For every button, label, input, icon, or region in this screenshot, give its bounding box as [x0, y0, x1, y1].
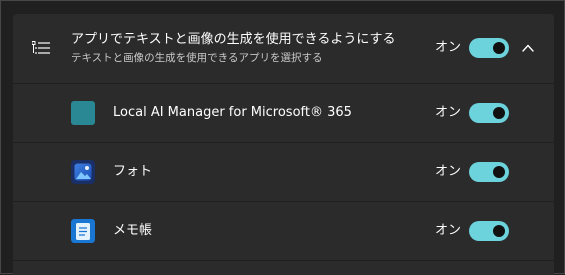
- app-state-label: オン: [435, 105, 462, 120]
- app-toggle-notepad[interactable]: [469, 221, 509, 241]
- chevron-up-icon[interactable]: [520, 40, 536, 56]
- app-name: Local AI Manager for Microsoft® 365: [113, 105, 352, 120]
- toggle-knob: [493, 42, 505, 54]
- app-state-label: オン: [435, 164, 462, 179]
- generative-ai-setting-card[interactable]: アプリでテキストと画像の生成を使用できるようにする テキストと画像の生成を使用で…: [13, 14, 554, 83]
- settings-window: アプリでテキストと画像の生成を使用できるようにする テキストと画像の生成を使用で…: [0, 0, 565, 275]
- local-ai-manager-icon: [71, 101, 95, 125]
- photos-icon: [71, 160, 95, 184]
- notepad-icon: [71, 219, 95, 243]
- app-row-photos: フォト オン: [13, 143, 554, 201]
- setting-title: アプリでテキストと画像の生成を使用できるようにする: [71, 32, 396, 47]
- toggle-knob: [493, 225, 505, 237]
- app-toggle-photos[interactable]: [469, 162, 509, 182]
- setting-subtitle: テキストと画像の生成を使用できるアプリを選択する: [71, 52, 323, 64]
- list-icon: [32, 41, 50, 54]
- setting-toggle[interactable]: [469, 38, 509, 58]
- next-card-edge: [13, 261, 554, 275]
- setting-state-label: オン: [435, 40, 462, 55]
- app-name: フォト: [113, 164, 153, 179]
- app-row-local-ai-manager: Local AI Manager for Microsoft® 365 オン: [13, 84, 554, 142]
- app-toggle-local-ai-manager[interactable]: [469, 103, 509, 123]
- toggle-knob: [493, 107, 505, 119]
- toggle-knob: [493, 166, 505, 178]
- app-row-notepad: メモ帳 オン: [13, 202, 554, 260]
- app-state-label: オン: [435, 223, 462, 238]
- app-name: メモ帳: [113, 223, 153, 238]
